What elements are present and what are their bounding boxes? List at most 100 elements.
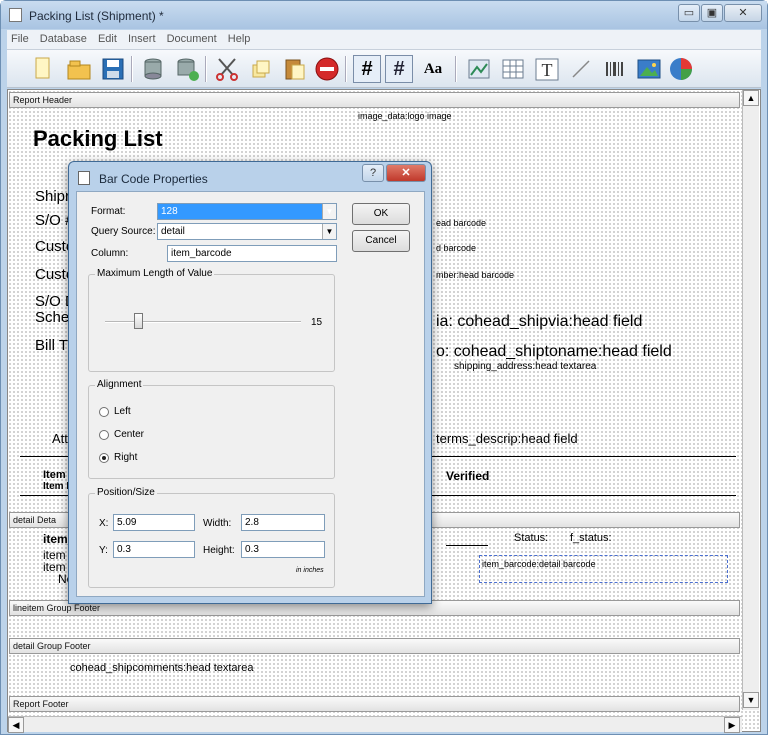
cancel-button[interactable]: Cancel: [352, 230, 410, 252]
cut-scissors-icon[interactable]: [213, 55, 241, 83]
report-title[interactable]: Packing List: [33, 126, 163, 152]
menu-file[interactable]: File: [7, 30, 33, 48]
label-scheduled[interactable]: Sche: [35, 309, 69, 326]
max-length-value: 15: [311, 317, 323, 328]
title-bar: Packing List (Shipment) * ▭ ▣ ✕: [1, 1, 767, 29]
scroll-left-icon[interactable]: ◀: [8, 717, 24, 733]
toolbar-separator: [455, 56, 457, 82]
width-input[interactable]: 2.8: [241, 514, 325, 531]
insert-text-icon[interactable]: T: [533, 55, 561, 83]
format-select-value: 128: [161, 206, 178, 217]
align-right-radio[interactable]: [99, 453, 109, 463]
detail-barcode-field[interactable]: item_barcode:detail barcode: [479, 555, 728, 583]
copy-icon[interactable]: [247, 55, 275, 83]
chevron-down-icon[interactable]: ▼: [322, 224, 336, 239]
scroll-up-icon[interactable]: ▲: [743, 90, 759, 106]
toolbar-separator: [345, 56, 347, 82]
dialog-document-icon: [78, 171, 90, 185]
database-add-icon[interactable]: [173, 55, 201, 83]
format-select[interactable]: 128 ▼: [157, 203, 337, 220]
verified-underline: [446, 545, 488, 546]
alignment-group: Alignment Left Center Right: [88, 379, 335, 479]
column-input[interactable]: item_barcode: [167, 245, 337, 262]
font-icon[interactable]: Aa: [419, 55, 447, 83]
format-label: Format:: [91, 206, 126, 217]
toolbar-separator: [131, 56, 133, 82]
x-label: X:: [99, 518, 109, 529]
logo-image-field[interactable]: image_data:logo image: [358, 111, 452, 121]
open-folder-icon[interactable]: [65, 55, 93, 83]
align-left-radio[interactable]: [99, 407, 109, 417]
query-source-value: detail: [161, 226, 185, 237]
minimize-button[interactable]: ▭: [678, 4, 700, 22]
svg-text:T: T: [542, 60, 553, 80]
field-shipcomments[interactable]: cohead_shipcomments:head textarea: [70, 662, 253, 674]
position-size-group-title: Position/Size: [95, 487, 157, 498]
align-left-label[interactable]: Left: [114, 406, 131, 417]
insert-barcode-icon[interactable]: [601, 55, 629, 83]
snap-grid-icon[interactable]: #: [385, 55, 413, 83]
y-label: Y:: [99, 545, 108, 556]
y-input[interactable]: 0.3: [113, 541, 195, 558]
insert-line-icon[interactable]: [567, 55, 595, 83]
insert-table-icon[interactable]: [499, 55, 527, 83]
paste-icon[interactable]: [281, 55, 309, 83]
grid-icon[interactable]: #: [353, 55, 381, 83]
menu-edit[interactable]: Edit: [94, 30, 121, 48]
barcode-properties-dialog: Bar Code Properties ? ✕ Format: 128 ▼ Que…: [68, 161, 432, 604]
align-center-label[interactable]: Center: [114, 429, 144, 440]
field-number-barcode[interactable]: mber:head barcode: [436, 270, 514, 280]
menu-insert[interactable]: Insert: [124, 30, 160, 48]
detail-status-field[interactable]: f_status:: [570, 532, 612, 544]
new-document-icon[interactable]: [29, 55, 57, 83]
field-shipping-address[interactable]: shipping_address:head textarea: [454, 361, 596, 372]
column-item[interactable]: Item: [43, 469, 66, 481]
units-label: in inches: [296, 567, 324, 574]
section-report-footer[interactable]: Report Footer: [9, 696, 740, 712]
field-head-barcode-1[interactable]: ead barcode: [436, 218, 486, 228]
delete-stop-icon[interactable]: [313, 55, 341, 83]
insert-picture-icon[interactable]: [635, 55, 663, 83]
field-head-barcode-2[interactable]: d barcode: [436, 243, 476, 253]
horizontal-scrollbar[interactable]: ◀ ▶: [8, 716, 742, 733]
height-input[interactable]: 0.3: [241, 541, 325, 558]
scroll-down-icon[interactable]: ▼: [743, 692, 759, 708]
toolbar-separator: [205, 56, 207, 82]
maximize-button[interactable]: ▣: [701, 4, 723, 22]
position-size-group: Position/Size X: 5.09 Width: 2.8 Y: 0.3 …: [88, 487, 335, 588]
ok-button[interactable]: OK: [352, 203, 410, 225]
insert-chart-icon[interactable]: [667, 55, 695, 83]
save-disk-icon[interactable]: [99, 55, 127, 83]
field-shiptoname[interactable]: o: cohead_shiptoname:head field: [436, 343, 672, 361]
vertical-scrollbar[interactable]: ▲ ▼: [742, 90, 759, 710]
section-detail-footer[interactable]: detail Group Footer: [9, 638, 740, 654]
database-icon[interactable]: [139, 55, 167, 83]
menu-help[interactable]: Help: [224, 30, 255, 48]
dialog-close-button[interactable]: ✕: [386, 164, 426, 182]
max-length-group: Maximum Length of Value 15: [88, 268, 335, 372]
column-verified[interactable]: Verified: [446, 469, 489, 483]
menu-database[interactable]: Database: [36, 30, 91, 48]
field-terms[interactable]: terms_descrip:head field: [436, 431, 578, 446]
field-shipvia[interactable]: ia: cohead_shipvia:head field: [436, 313, 642, 331]
label-shipment[interactable]: Shipr: [35, 188, 70, 205]
label-bill-to[interactable]: Bill T: [35, 337, 68, 354]
align-right-label[interactable]: Right: [114, 452, 137, 463]
detail-status-label[interactable]: Status:: [514, 532, 548, 544]
query-source-select[interactable]: detail ▼: [157, 223, 337, 240]
align-center-radio[interactable]: [99, 430, 109, 440]
section-report-header[interactable]: Report Header: [9, 92, 740, 108]
chevron-down-icon[interactable]: ▼: [322, 204, 336, 219]
max-length-slider-thumb[interactable]: [134, 313, 143, 329]
scroll-right-icon[interactable]: ▶: [724, 717, 740, 733]
menu-document[interactable]: Document: [163, 30, 221, 48]
close-button[interactable]: ✕: [724, 4, 762, 22]
main-window: Packing List (Shipment) * ▭ ▣ ✕ File Dat…: [0, 0, 768, 735]
dialog-help-button[interactable]: ?: [362, 164, 384, 182]
max-length-group-title: Maximum Length of Value: [95, 268, 215, 279]
x-input[interactable]: 5.09: [113, 514, 195, 531]
height-label: Height:: [203, 545, 235, 556]
alignment-group-title: Alignment: [95, 379, 144, 390]
width-label: Width:: [203, 518, 232, 529]
insert-image-icon[interactable]: [465, 55, 493, 83]
